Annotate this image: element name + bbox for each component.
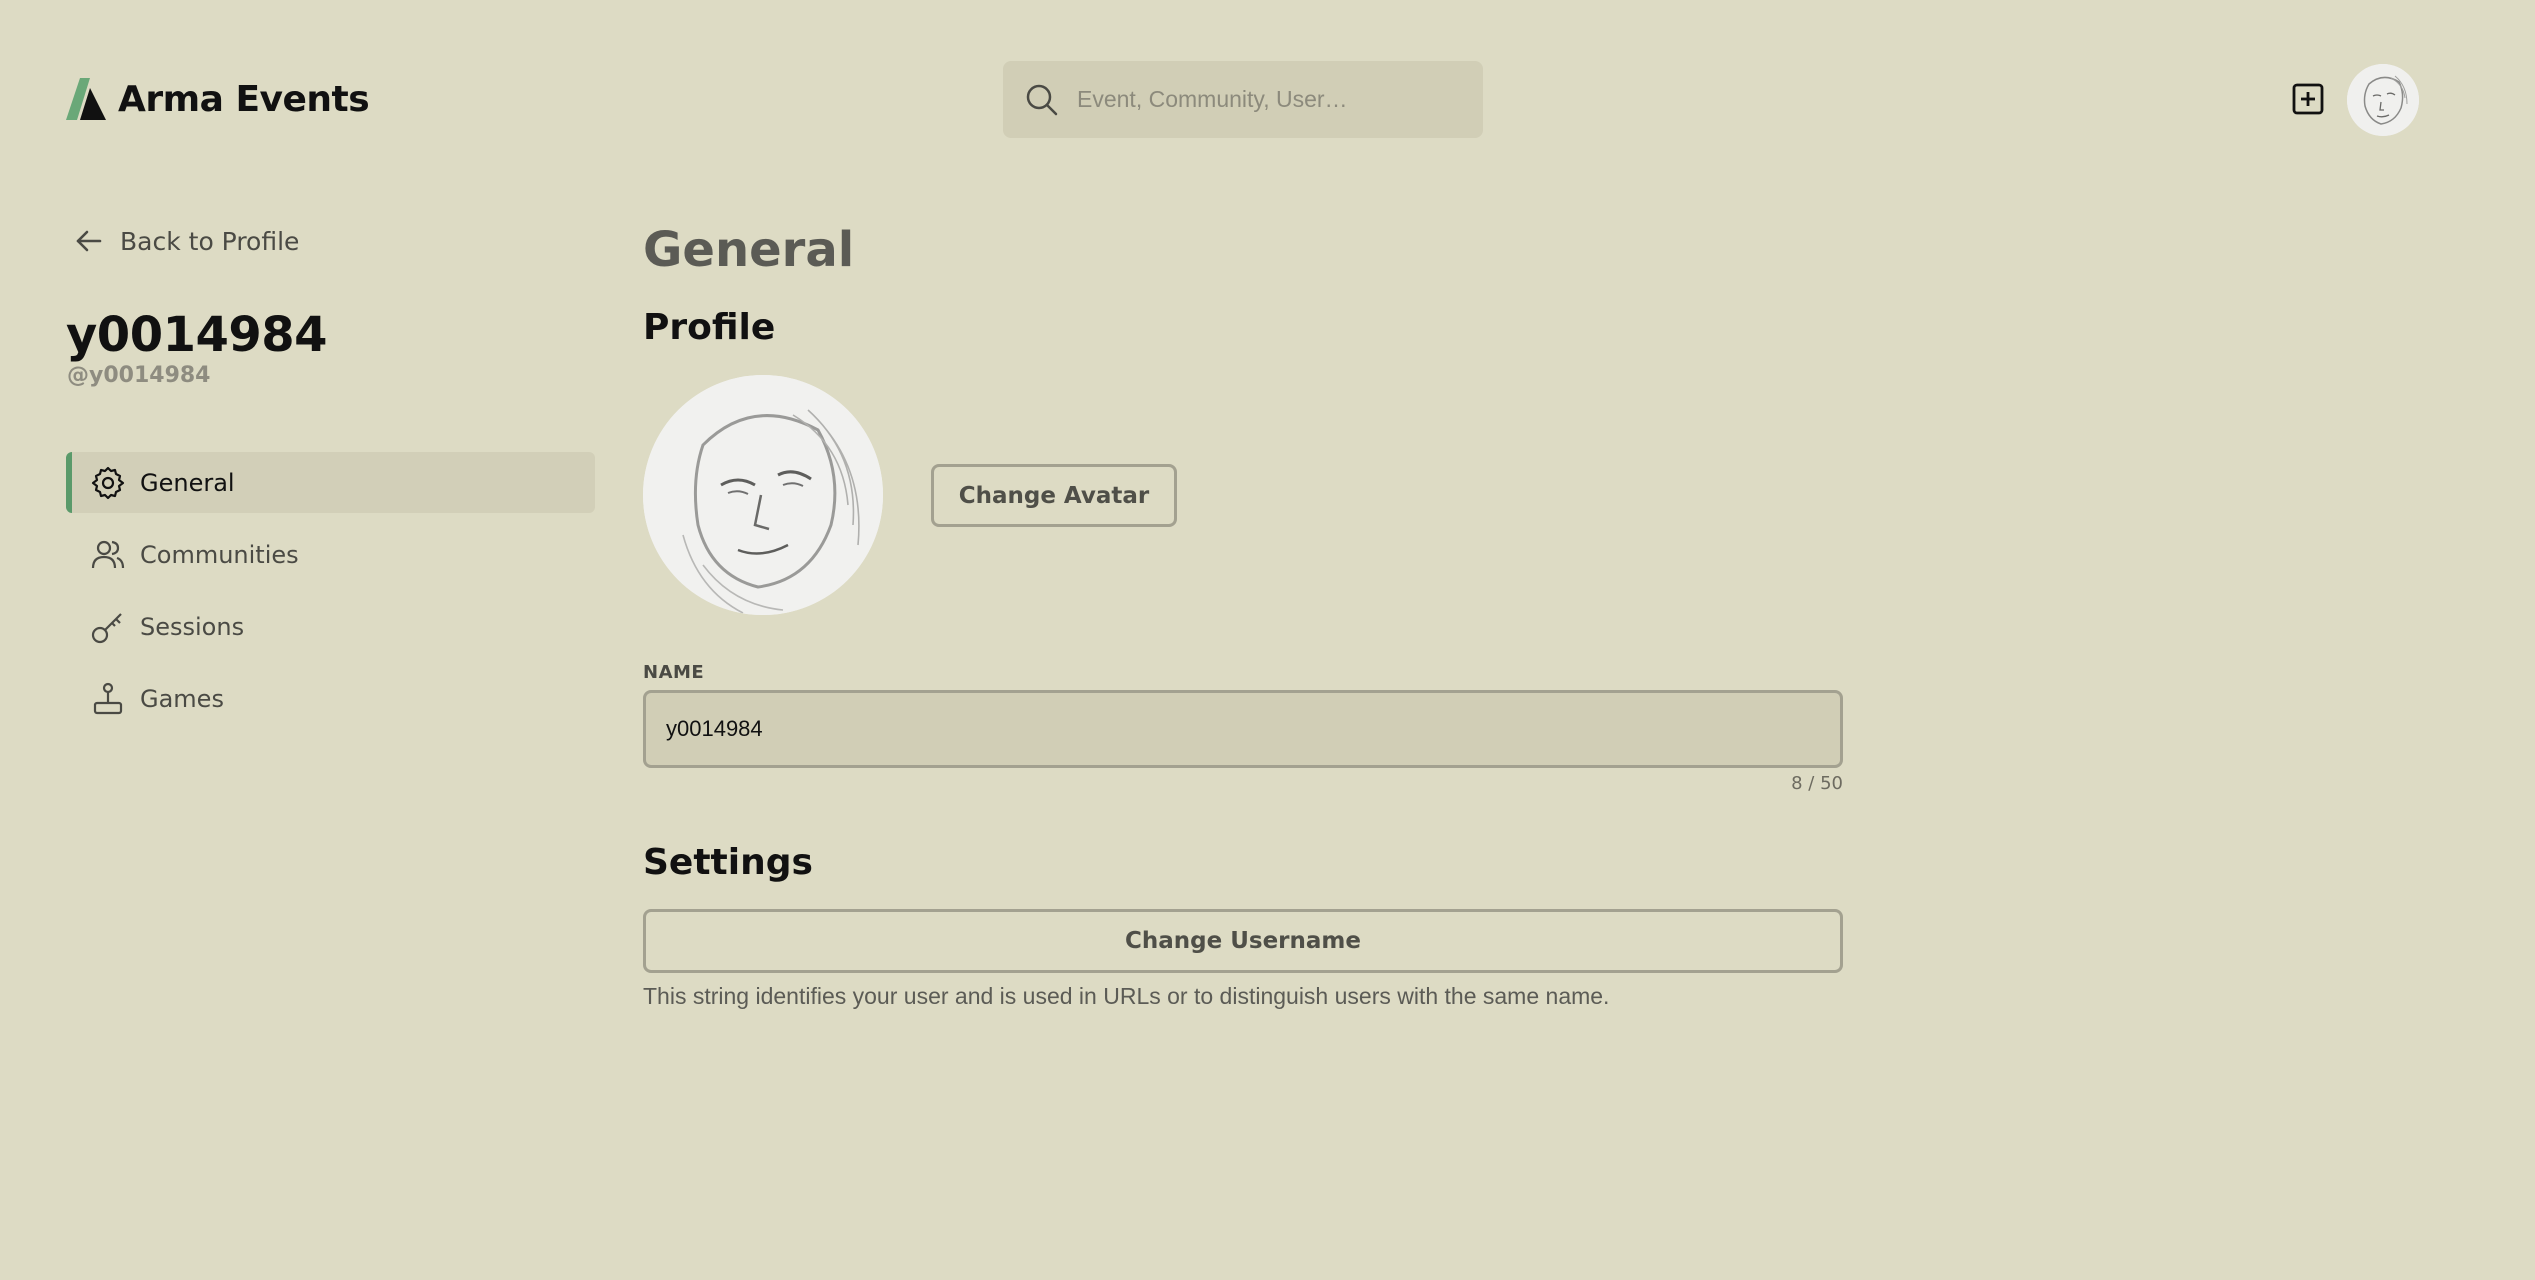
top-header: Arma Events	[0, 0, 2535, 200]
profile-avatar	[643, 375, 883, 615]
search-input[interactable]	[1077, 86, 1483, 113]
plus-square-icon[interactable]	[2291, 82, 2325, 116]
user-display-name: y0014984	[66, 307, 328, 363]
nav-label-general: General	[140, 468, 235, 497]
username-help-text: This string identifies your user and is …	[643, 983, 1610, 1009]
nav-item-communities[interactable]: Communities	[66, 524, 595, 585]
key-icon	[91, 612, 122, 643]
back-to-profile-link[interactable]: Back to Profile	[72, 224, 299, 258]
nav-item-general[interactable]: General	[66, 452, 595, 513]
nav-label-communities: Communities	[140, 540, 299, 569]
avatar-sketch-icon	[2347, 64, 2419, 136]
settings-nav: General Communities Sessions Games	[66, 452, 595, 740]
brand-name: Arma Events	[118, 78, 370, 120]
change-username-button[interactable]: Change Username	[643, 909, 1843, 973]
search-icon	[1026, 84, 1058, 115]
joystick-icon	[93, 682, 123, 714]
page-title: General	[643, 222, 855, 278]
search-bar[interactable]	[1003, 61, 1483, 138]
profile-heading: Profile	[643, 307, 776, 348]
arma-logo-icon	[66, 78, 106, 120]
nav-label-sessions: Sessions	[140, 612, 245, 641]
settings-heading: Settings	[643, 842, 813, 883]
name-field[interactable]	[643, 690, 1843, 768]
back-to-profile-label: Back to Profile	[120, 226, 300, 256]
users-icon	[91, 540, 125, 568]
nav-item-games[interactable]: Games	[66, 668, 595, 729]
brand-logo[interactable]: Arma Events	[66, 78, 370, 120]
change-avatar-button[interactable]: Change Avatar	[931, 464, 1177, 527]
nav-item-sessions[interactable]: Sessions	[66, 596, 595, 657]
user-avatar[interactable]	[2347, 64, 2419, 136]
user-handle: @y0014984	[67, 363, 211, 388]
nav-label-games: Games	[140, 684, 224, 713]
avatar-sketch-large-icon	[643, 375, 883, 615]
settings-page: Arma Events Ba	[0, 0, 2535, 1280]
gear-icon	[91, 466, 125, 499]
arrow-left-icon	[76, 230, 102, 252]
name-field-label: NAME	[643, 662, 705, 683]
name-char-counter: 8 / 50	[1791, 773, 1843, 794]
